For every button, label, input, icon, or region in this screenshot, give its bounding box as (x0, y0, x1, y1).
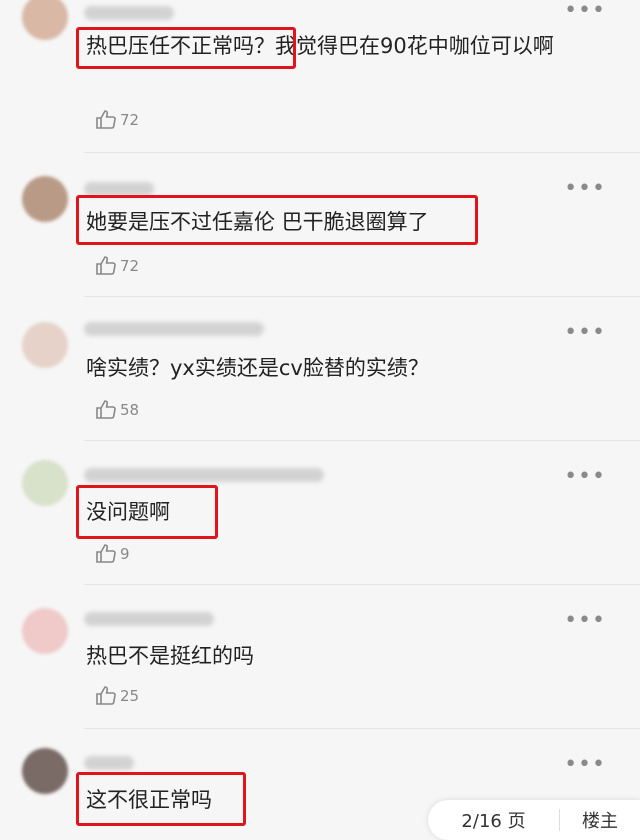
divider (84, 152, 640, 153)
more-icon[interactable]: ••• (564, 0, 606, 22)
more-icon[interactable]: ••• (564, 466, 606, 488)
like-button[interactable]: 72 (94, 254, 139, 278)
more-icon[interactable]: ••• (564, 178, 606, 200)
divider (84, 440, 640, 441)
like-count: 25 (120, 687, 140, 705)
more-icon[interactable]: ••• (564, 610, 606, 632)
thumbs-up-icon (96, 400, 116, 419)
comment-text: 热巴不是挺红的吗 (86, 644, 254, 668)
highlight-box (76, 772, 246, 826)
highlight-box (76, 195, 478, 245)
divider (84, 296, 640, 297)
avatar[interactable] (22, 460, 68, 506)
avatar[interactable] (22, 0, 68, 40)
avatar[interactable] (22, 322, 68, 368)
thumbs-up-icon (96, 256, 116, 275)
like-button[interactable]: 9 (94, 542, 130, 566)
owner-only-button[interactable]: 楼主 (560, 807, 640, 833)
more-icon[interactable]: ••• (564, 754, 606, 776)
avatar[interactable] (22, 176, 68, 222)
divider (84, 728, 640, 729)
comment-text: 啥实绩？yx实绩还是cv脸替的实绩？ (86, 356, 429, 380)
highlight-box (76, 27, 296, 69)
thumbs-up-icon (96, 544, 116, 563)
like-count: 58 (120, 401, 140, 419)
username-blurred[interactable] (84, 322, 264, 336)
thumbs-up-icon (96, 686, 116, 705)
like-count: 72 (120, 111, 140, 129)
thumbs-up-icon (96, 110, 116, 129)
username-blurred[interactable] (84, 6, 174, 20)
username-blurred[interactable] (84, 612, 214, 626)
page-indicator[interactable]: 2/16 页 (428, 807, 559, 833)
username-blurred[interactable] (84, 756, 134, 770)
like-count: 72 (120, 257, 140, 275)
page-navigator: 2/16 页 楼主 (428, 800, 640, 840)
divider (84, 584, 640, 585)
highlight-box (76, 485, 218, 539)
username-blurred[interactable] (84, 182, 154, 196)
avatar[interactable] (22, 608, 68, 654)
avatar[interactable] (22, 748, 68, 794)
like-button[interactable]: 72 (94, 108, 139, 132)
like-count: 9 (120, 545, 130, 563)
like-button[interactable]: 25 (94, 684, 139, 708)
username-blurred[interactable] (84, 468, 324, 482)
like-button[interactable]: 58 (94, 398, 139, 422)
more-icon[interactable]: ••• (564, 322, 606, 344)
